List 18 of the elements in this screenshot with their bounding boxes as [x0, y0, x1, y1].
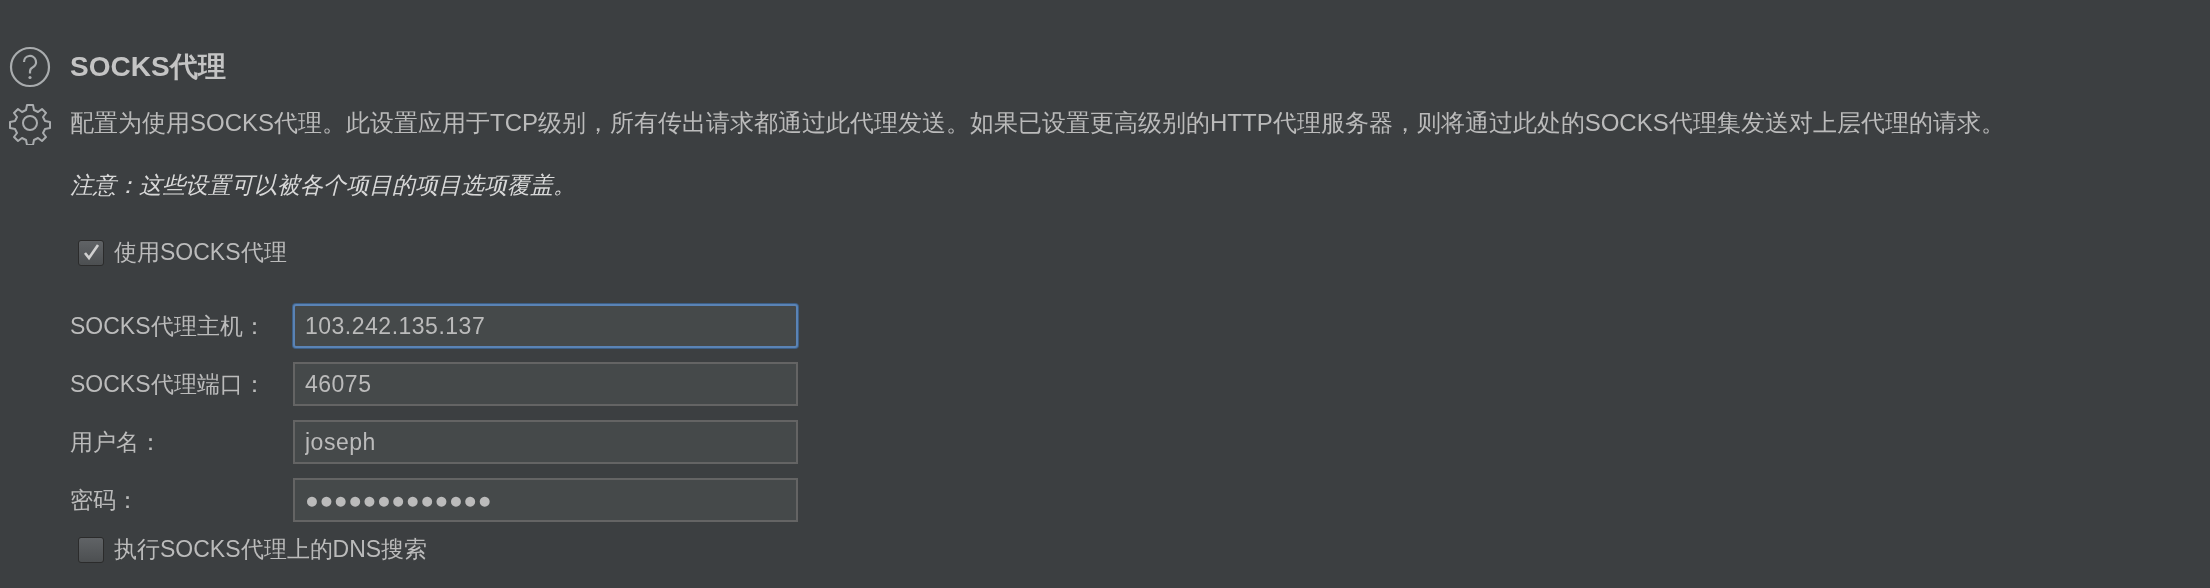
field-label: 密码： — [70, 485, 140, 515]
checkbox-label: 执行SOCKS代理上的DNS搜索 — [114, 535, 428, 564]
checkbox-label: 使用SOCKS代理 — [114, 238, 287, 267]
checkbox[interactable] — [78, 536, 104, 563]
settings-icon[interactable] — [8, 101, 52, 145]
note-text: 注意：这些设置可以被各个项目的项目选项覆盖。 — [70, 171, 577, 200]
input-field[interactable]: ●●●●●●●●●●●●● — [293, 478, 798, 522]
description-text: 配置为使用SOCKS代理。此设置应用于TCP级别，所有传出请求都通过此代理发送。如果已设置更高级别的HTTP代理服务器，则将通过此处的SOCKS代理集发送对上层代理的请求。 — [70, 108, 2005, 138]
input-field[interactable]: 46075 — [293, 362, 798, 406]
checkbox[interactable] — [78, 239, 104, 266]
field-label: SOCKS代理端口： — [70, 369, 267, 399]
input-field[interactable]: joseph — [293, 420, 798, 464]
section-title: SOCKS代理 — [70, 50, 226, 84]
input-field[interactable]: 103.242.135.137 — [293, 304, 798, 348]
help-icon[interactable] — [8, 45, 52, 89]
field-label: SOCKS代理主机： — [70, 311, 267, 341]
field-label: 用户名： — [70, 427, 163, 457]
check-icon — [81, 242, 101, 263]
